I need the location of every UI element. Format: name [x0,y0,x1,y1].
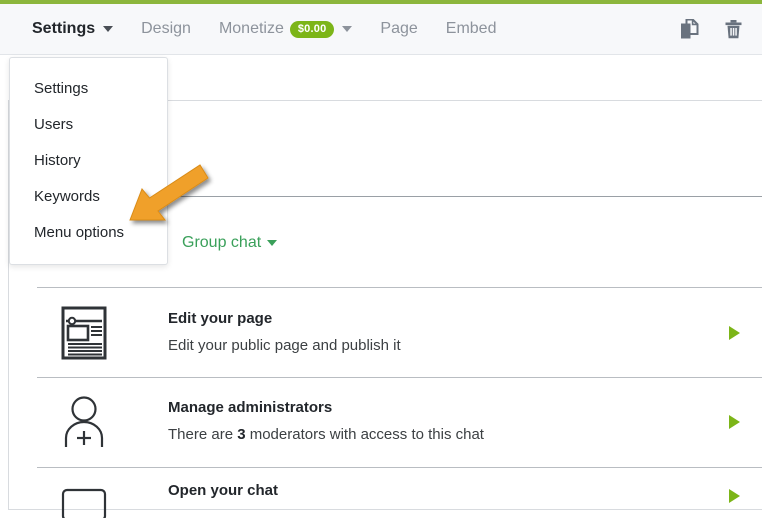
divider-above-open-chat [37,467,762,468]
menu-item-history[interactable]: History [10,143,167,179]
chat-type-value: Group chat [182,234,261,252]
chat-bubble-icon [55,488,113,518]
menu-item-users[interactable]: Users [10,107,167,143]
monetize-amount-badge: $0.00 [290,21,335,38]
page-document-icon [55,306,113,360]
option-title: Open your chat [168,481,278,501]
option-text-manage-administrators: Manage administrators There are 3 modera… [168,398,484,445]
option-subtitle: Edit your public page and publish it [168,336,401,356]
nav-label-settings: Settings [32,19,95,39]
delete-button[interactable] [718,15,748,45]
chevron-down-icon [342,26,352,32]
chevron-right-icon[interactable] [729,415,740,429]
menu-item-keywords[interactable]: Keywords [10,179,167,215]
app-window: Settings Design Monetize $0.00 Page Embe… [0,0,762,518]
option-text-edit-your-page: Edit your page Edit your public page and… [168,309,401,356]
nav-label-embed: Embed [446,19,497,39]
menu-item-menu-options[interactable]: Menu options [10,215,167,251]
menu-item-settings[interactable]: Settings [10,71,167,107]
option-row-open-your-chat[interactable]: Open your chat [0,479,762,518]
moderator-count: 3 [237,426,245,443]
nav-label-monetize: Monetize [219,19,284,39]
nav-label-page: Page [380,19,417,39]
top-navigation-bar: Settings Design Monetize $0.00 Page Embe… [0,4,762,55]
add-user-icon [55,395,113,449]
option-row-manage-administrators[interactable]: Manage administrators There are 3 modera… [0,389,762,454]
chat-type-select[interactable]: Group chat [182,234,277,252]
option-title: Edit your page [168,309,401,329]
nav-item-settings[interactable]: Settings [18,15,127,43]
option-row-edit-your-page[interactable]: Edit your page Edit your public page and… [0,300,762,365]
nav-label-design: Design [141,19,191,39]
subtitle-pre: There are [168,426,237,443]
divider-above-edit-page [37,287,762,288]
divider-above-manage-admins [37,377,762,378]
duplicate-button[interactable] [674,15,704,45]
chevron-right-icon[interactable] [729,326,740,340]
nav-item-page[interactable]: Page [366,15,431,43]
option-title: Manage administrators [168,398,484,418]
nav-item-design[interactable]: Design [127,15,205,43]
option-subtitle: There are 3 moderators with access to th… [168,425,484,445]
option-text-open-your-chat: Open your chat [168,481,278,501]
nav-items: Settings Design Monetize $0.00 Page Embe… [0,15,510,43]
chevron-down-icon [103,26,113,32]
chevron-right-icon[interactable] [729,489,740,503]
chevron-down-icon [267,240,277,246]
nav-item-embed[interactable]: Embed [432,15,511,43]
nav-item-monetize[interactable]: Monetize $0.00 [205,15,366,43]
subtitle-post: moderators with access to this chat [246,426,484,443]
header-action-buttons [674,4,748,55]
settings-dropdown-menu: Settings Users History Keywords Menu opt… [9,57,168,265]
